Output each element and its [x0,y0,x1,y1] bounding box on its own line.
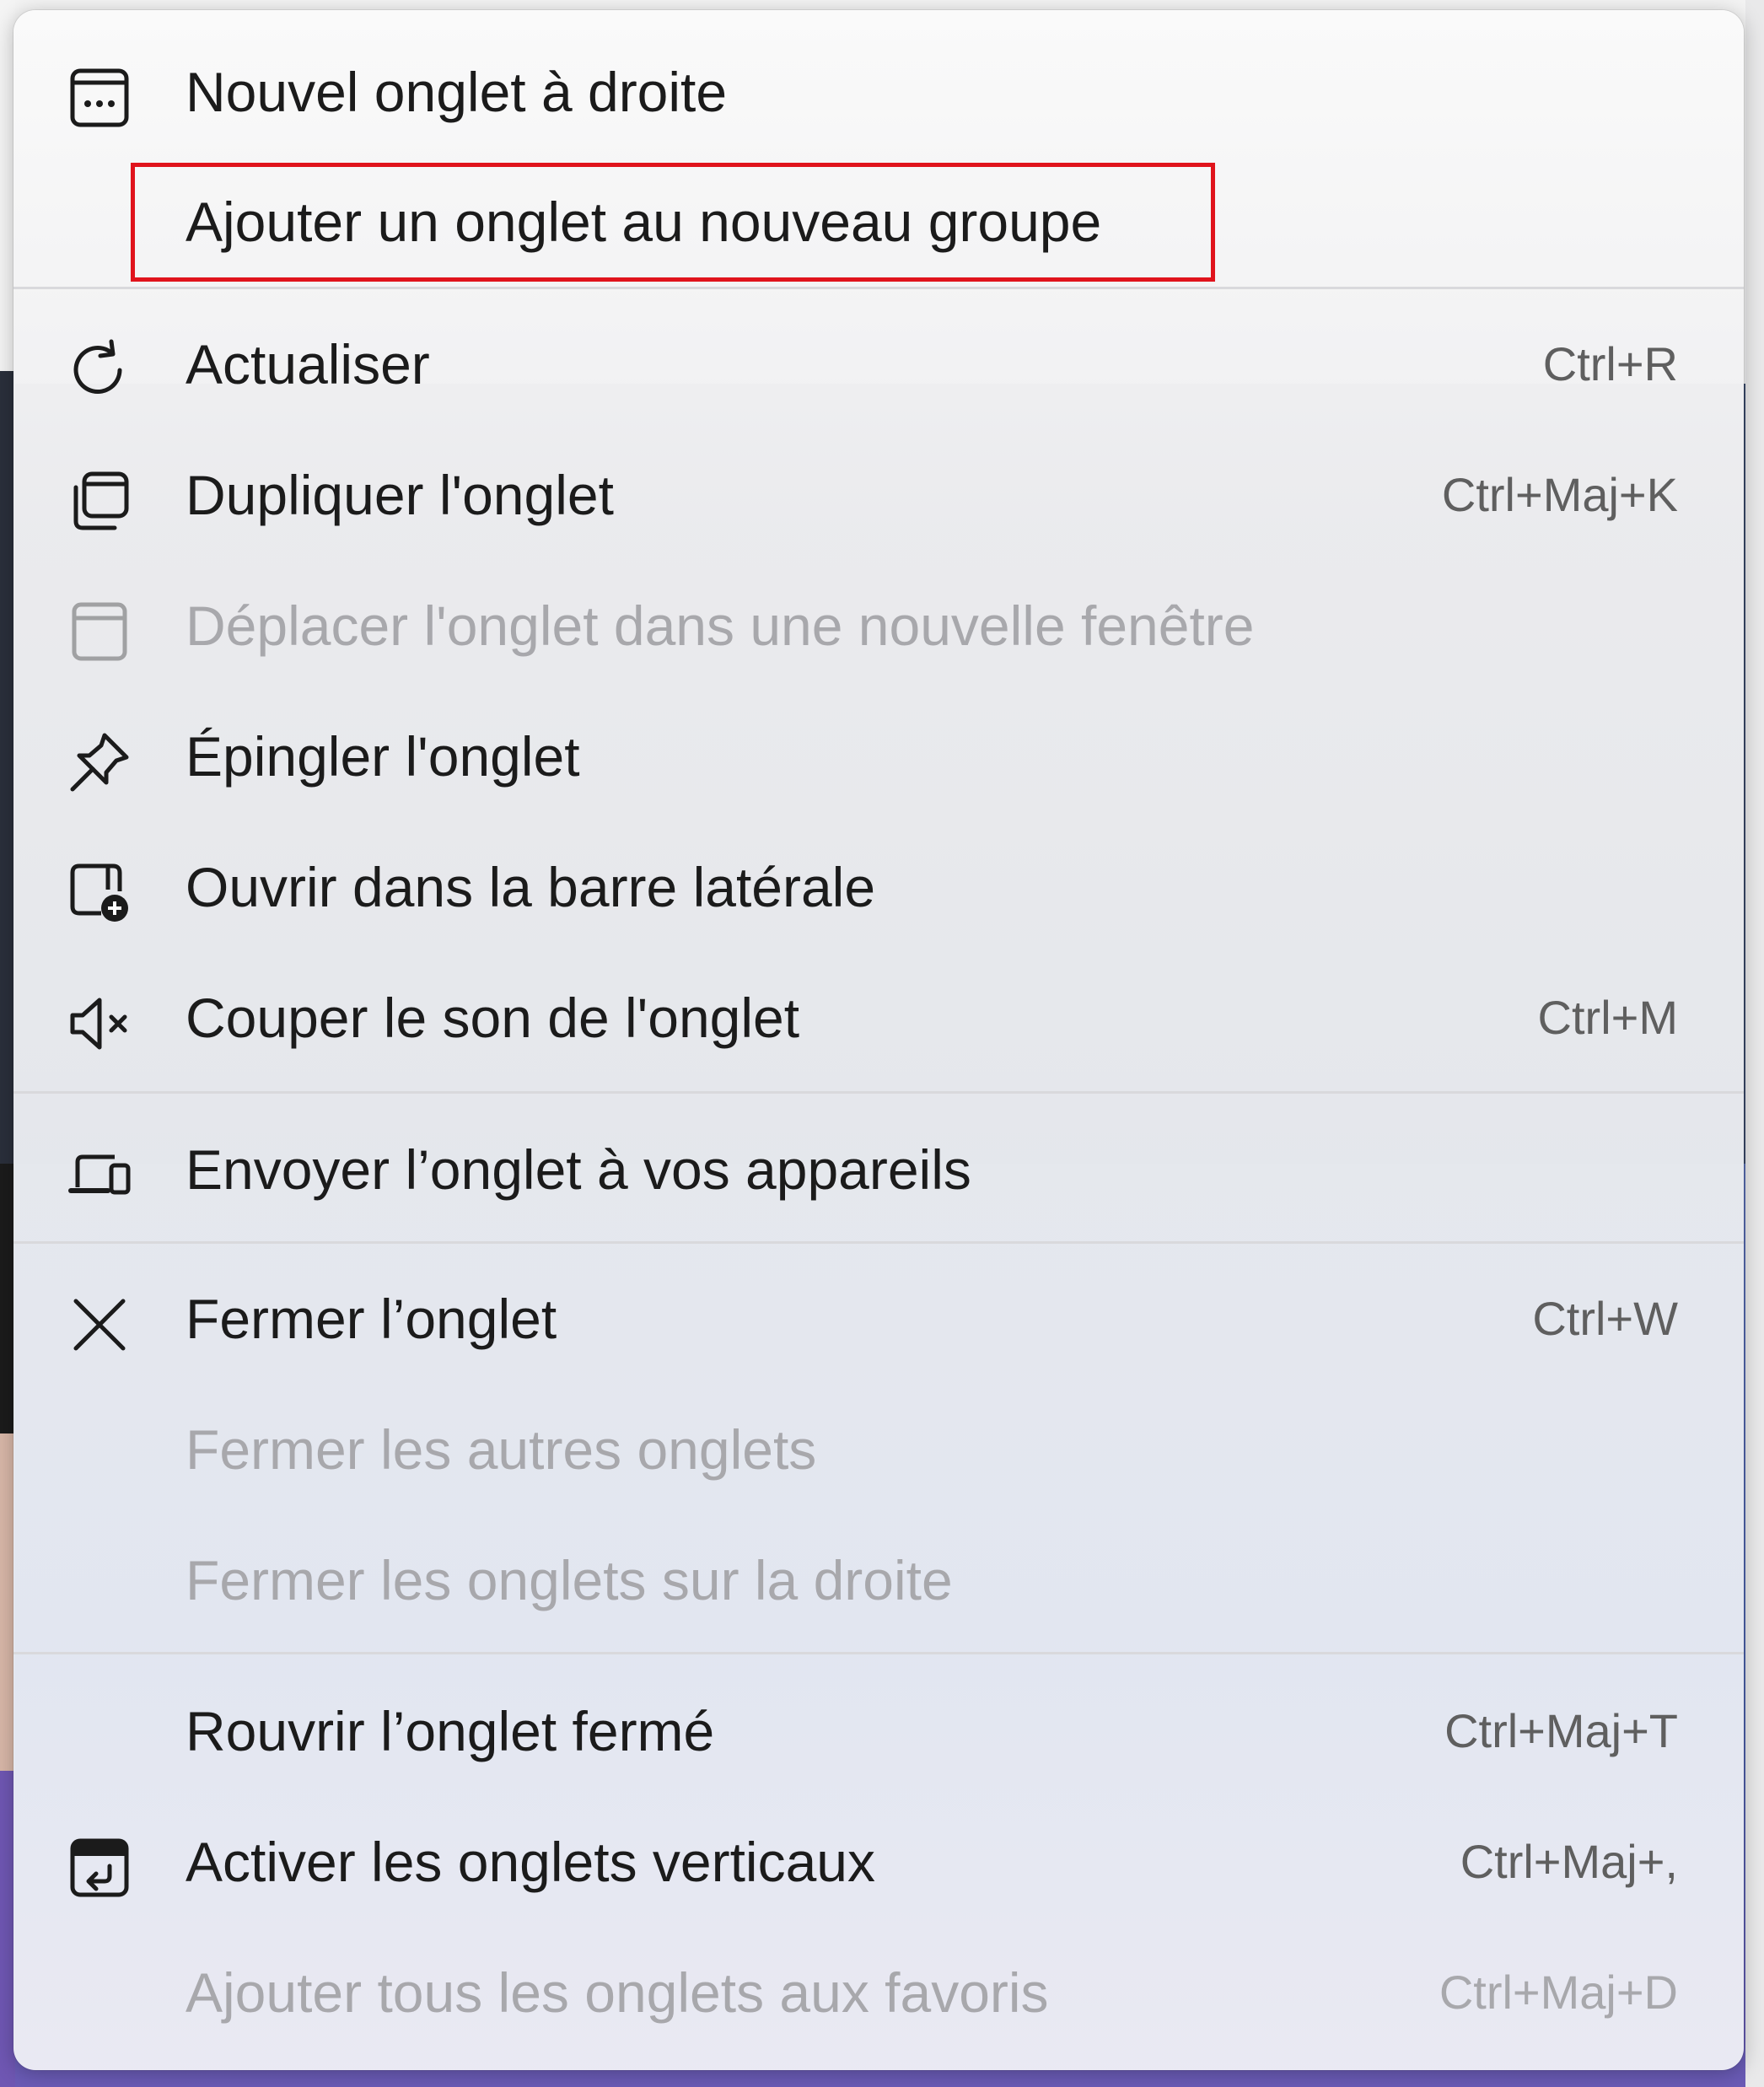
menu-item-label: Nouvel onglet à droite [186,61,728,123]
close-icon [67,1293,132,1357]
menu-item-duplicate-tab[interactable]: Dupliquer l'onglet Ctrl+Maj+K [13,432,1744,558]
menu-item-send-tab-to-devices[interactable]: Envoyer l’onglet à vos appareils [13,1106,1744,1233]
menu-item-label: Rouvrir l’onglet fermé [186,1700,715,1762]
sidebar-add-icon [67,861,132,925]
menu-item-shortcut: Ctrl+Maj+K [1441,468,1678,521]
menu-item-mute-tab[interactable]: Couper le son de l'onglet Ctrl+M [13,955,1744,1081]
menu-item-add-all-tabs-to-favorites: Ajouter tous les onglets aux favoris Ctr… [13,1929,1744,2056]
new-window-icon [67,600,132,664]
menu-item-label: Fermer l’onglet [186,1288,557,1350]
menu-separator [13,287,1744,289]
menu-separator [13,1652,1744,1654]
menu-item-reopen-closed-tab[interactable]: Rouvrir l’onglet fermé Ctrl+Maj+T [13,1668,1744,1794]
duplicate-icon [67,469,132,533]
menu-item-close-other-tabs: Fermer les autres onglets [13,1386,1744,1513]
vertical-tabs-icon [67,1836,132,1900]
menu-item-label: Ouvrir dans la barre latérale [186,856,876,918]
refresh-icon [67,338,132,402]
menu-item-label: Fermer les autres onglets [186,1418,817,1481]
menu-separator [13,1241,1744,1244]
pin-icon [67,730,132,794]
devices-icon [67,1143,132,1208]
menu-item-enable-vertical-tabs[interactable]: Activer les onglets verticaux Ctrl+Maj+, [13,1799,1744,1925]
menu-item-label: Activer les onglets verticaux [186,1831,876,1893]
menu-item-label: Dupliquer l'onglet [186,464,614,526]
menu-item-refresh[interactable]: Actualiser Ctrl+R [13,301,1744,428]
background-right-edge [1745,0,1764,2087]
menu-item-label: Épingler l'onglet [186,725,580,788]
menu-item-shortcut: Ctrl+Maj+D [1439,1966,1678,2019]
menu-item-shortcut: Ctrl+R [1542,337,1678,390]
menu-item-label: Ajouter tous les onglets aux favoris [186,1961,1049,2024]
new-tab-right-icon [67,66,132,130]
menu-item-move-tab-new-window: Déplacer l'onglet dans une nouvelle fenê… [13,562,1744,689]
highlight-box [131,163,1215,282]
menu-item-shortcut: Ctrl+W [1532,1292,1678,1345]
menu-separator [13,1091,1744,1094]
menu-item-close-tabs-right: Fermer les onglets sur la droite [13,1517,1744,1643]
menu-item-label: Couper le son de l'onglet [186,987,800,1049]
menu-item-shortcut: Ctrl+Maj+T [1444,1704,1678,1757]
tab-context-menu: Nouvel onglet à droite Ajouter un onglet… [13,10,1744,2070]
menu-item-open-in-sidebar[interactable]: Ouvrir dans la barre latérale [13,824,1744,950]
menu-item-label: Envoyer l’onglet à vos appareils [186,1138,971,1201]
mute-icon [67,992,132,1056]
menu-item-pin-tab[interactable]: Épingler l'onglet [13,693,1744,820]
menu-item-shortcut: Ctrl+Maj+, [1460,1835,1678,1888]
menu-item-label: Fermer les onglets sur la droite [186,1549,953,1611]
menu-item-new-tab-right[interactable]: Nouvel onglet à droite [13,29,1744,155]
menu-item-label: Déplacer l'onglet dans une nouvelle fenê… [186,594,1255,657]
menu-item-label: Actualiser [186,333,430,395]
menu-item-shortcut: Ctrl+M [1537,991,1678,1044]
menu-item-close-tab[interactable]: Fermer l’onglet Ctrl+W [13,1256,1744,1382]
